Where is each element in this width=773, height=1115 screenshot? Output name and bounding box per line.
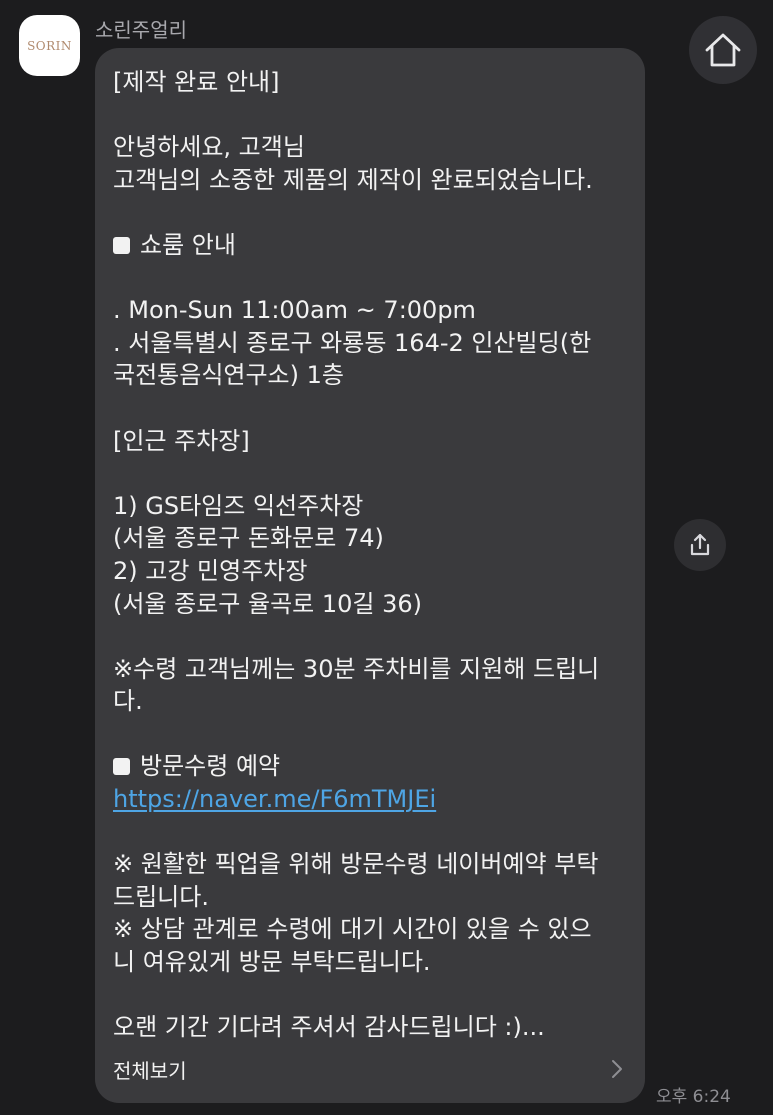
home-icon	[705, 33, 741, 67]
square-bullet-icon	[113, 758, 130, 776]
share-button[interactable]	[674, 519, 726, 571]
message-title: [제작 완료 안내]	[113, 68, 280, 96]
pickup-note-line2: 드립니다.	[113, 882, 209, 911]
reservation-heading-text: 방문수령 예약	[140, 752, 281, 781]
reservation-link[interactable]: https://naver.me/F6mTMJEi	[113, 785, 436, 813]
greeting-text: 안녕하세요, 고객님	[113, 133, 305, 162]
showroom-hours: . Mon-Sun 11:00am ~ 7:00pm	[113, 296, 476, 325]
waiting-note-line2: 니 여유있게 방문 부탁드립니다.	[113, 948, 431, 977]
parking-heading: [인근 주차장]	[113, 426, 250, 455]
showroom-heading: 쇼룸 안내	[113, 229, 631, 262]
parking-2-address: (서울 종로구 율곡로 10길 36)	[113, 589, 423, 618]
chevron-right-icon	[607, 1057, 627, 1081]
closing-text: 오랜 기간 기다려 주셔서 감사드립니다 :)...	[113, 1013, 545, 1042]
pickup-note-line1: ※ 원활한 픽업을 위해 방문수령 네이버예약 부탁	[113, 850, 599, 879]
parking-note-line2: 다.	[113, 687, 143, 716]
reservation-link-row: https://naver.me/F6mTMJEi	[113, 783, 631, 816]
showroom-heading-text: 쇼룸 안내	[140, 230, 236, 259]
chat-screen: SORIN 소린주얼리 [제작 완료 안내] 안녕하세요, 고객님 고객님의 소…	[0, 0, 773, 1115]
completion-text: 고객님의 소중한 제품의 제작이 완료되었습니다.	[113, 165, 593, 194]
sender-avatar[interactable]: SORIN	[19, 15, 80, 76]
showroom-address-line1: . 서울특별시 종로구 와룡동 164-2 인산빌딩(한	[113, 328, 592, 357]
home-button[interactable]	[689, 16, 757, 84]
parking-note-line1: ※수령 고객님께는 30분 주차비를 지원해 드립니	[113, 654, 600, 683]
parking-2-name: 2) 고강 민영주차장	[113, 556, 308, 585]
view-all-label: 전체보기	[113, 1058, 187, 1083]
message-timestamp: 오후 6:24	[656, 1087, 731, 1107]
reservation-heading: 방문수령 예약	[113, 750, 631, 783]
sender-name: 소린주얼리	[95, 18, 187, 42]
parking-1-address: (서울 종로구 돈화문로 74)	[113, 524, 384, 553]
parking-1-name: 1) GS타임즈 익선주차장	[113, 491, 364, 520]
sorin-logo: SORIN	[27, 38, 72, 53]
share-icon	[690, 533, 710, 556]
showroom-address-line2: 국전통음식연구소) 1층	[113, 361, 344, 390]
view-all-button[interactable]: 전체보기	[113, 1049, 627, 1089]
square-bullet-icon	[113, 236, 130, 254]
message-bubble[interactable]: [제작 완료 안내] 안녕하세요, 고객님 고객님의 소중한 제품의 제작이 완…	[95, 48, 645, 1103]
waiting-note-line1: ※ 상담 관계로 수령에 대기 시간이 있을 수 있으	[113, 915, 592, 944]
